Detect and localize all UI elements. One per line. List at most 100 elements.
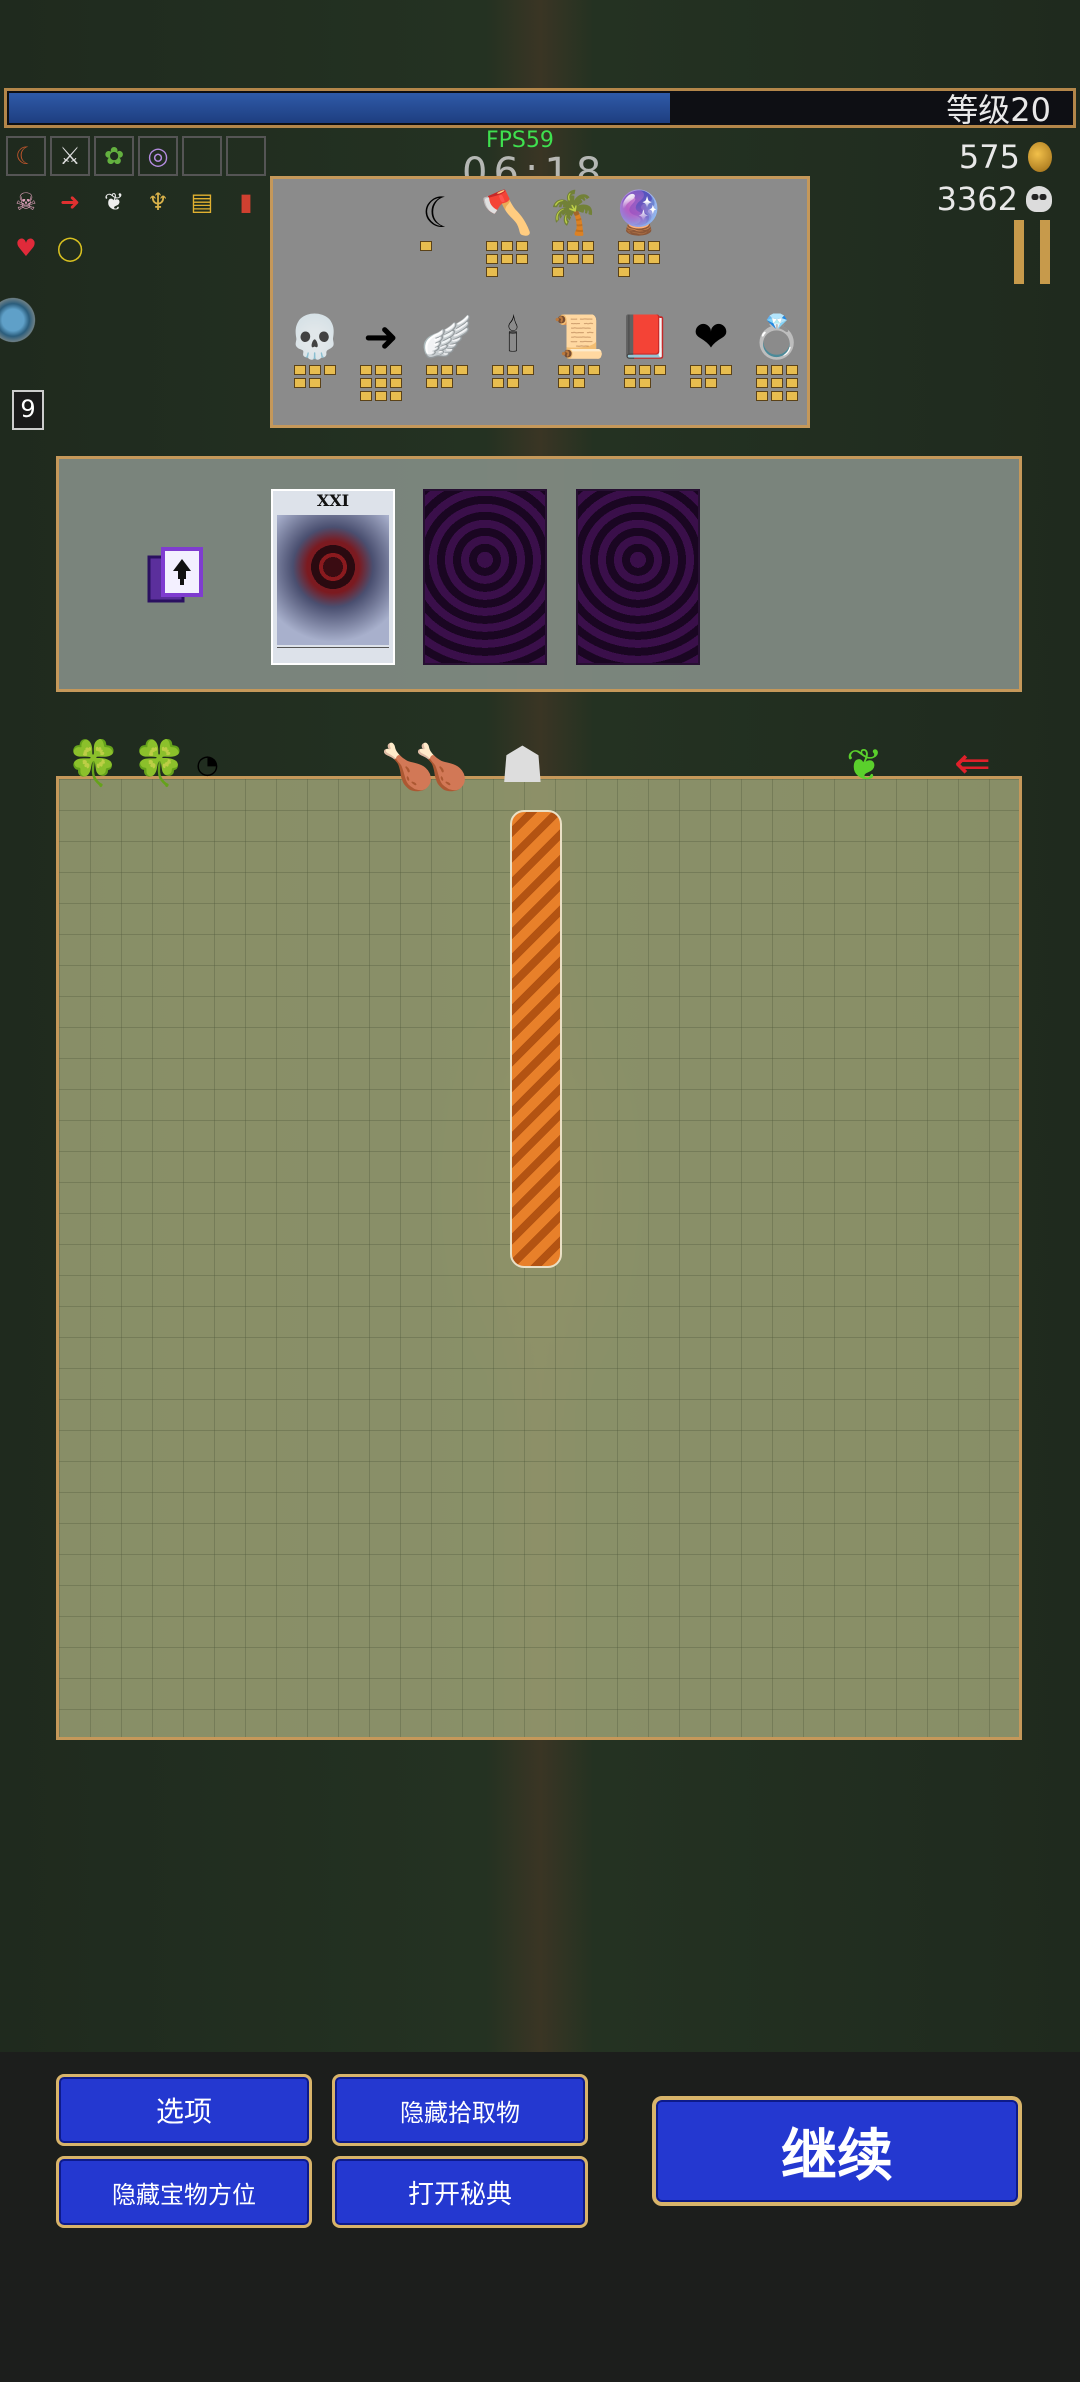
level-pip (633, 241, 645, 251)
level-pip (567, 267, 579, 277)
gold-value: 575 (958, 138, 1020, 176)
hide-pickups-button[interactable]: 隐藏拾取物 (332, 2074, 588, 2146)
hide-treasure-button[interactable]: 隐藏宝物方位 (56, 2156, 312, 2228)
level-pip (648, 267, 660, 277)
level-pip (516, 241, 528, 251)
level-pip (360, 378, 372, 388)
palm-icon: ✿ (94, 136, 134, 176)
arcana-card-world[interactable]: XXI (271, 489, 395, 665)
level-pip (486, 254, 498, 264)
arcana-card-caption (277, 647, 389, 660)
level-pip (486, 241, 498, 251)
level-pip (426, 378, 438, 388)
level-pip (420, 241, 432, 251)
kill-value: 3362 (936, 180, 1018, 218)
level-pip (552, 241, 564, 251)
level-pip (375, 365, 387, 375)
arcana-card-hidden[interactable] (423, 489, 547, 665)
palm-icon: 🌴 (546, 188, 600, 237)
level-pip (294, 365, 306, 375)
inventory-item: 🪓 (475, 187, 539, 277)
level-pip (516, 254, 528, 264)
kill-counter: 3362 (937, 180, 1052, 218)
inventory-item: ❤ (679, 311, 743, 401)
candelabra-icon: ♆ (147, 188, 169, 216)
level-pip (567, 241, 579, 251)
level-pip (756, 391, 768, 401)
book-icon: 📕 (618, 312, 672, 361)
level-pip (567, 254, 579, 264)
level-pips (486, 241, 528, 277)
level-pip (435, 241, 447, 251)
level-pip (552, 267, 564, 277)
level-pip (771, 391, 783, 401)
level-pip (720, 378, 732, 388)
level-pip (486, 267, 498, 277)
level-pips (360, 365, 402, 401)
wing-icon: 🪽 (420, 312, 474, 361)
level-pip (573, 378, 585, 388)
bracer-icon: ▮ (239, 188, 253, 216)
heart-icon: ♥ (15, 234, 37, 262)
tome-icon: ▤ (190, 188, 214, 216)
level-pip (360, 391, 372, 401)
level-pips (552, 241, 594, 277)
level-pip (507, 365, 519, 375)
skull-icon: 💀 (288, 312, 342, 361)
level-pip (624, 365, 636, 375)
skull-icon: ☠ (15, 188, 37, 216)
level-pip (375, 378, 387, 388)
level-pip (390, 378, 402, 388)
level-pip (456, 365, 468, 375)
level-pips (426, 365, 468, 388)
level-pip (690, 378, 702, 388)
level-pips (294, 365, 336, 388)
ring-icon: ◯ (56, 234, 84, 262)
level-pip (582, 254, 594, 264)
level-pip (618, 241, 630, 251)
level-pip (558, 365, 570, 375)
level-pip (786, 365, 798, 375)
skull-icon (1026, 186, 1052, 212)
pause-button[interactable] (1014, 220, 1050, 284)
feather-icon: ❦ (846, 740, 883, 791)
level-pips (618, 241, 660, 277)
level-pip (582, 267, 594, 277)
side-badge: 9 (12, 390, 44, 430)
arcana-card-icon (147, 547, 203, 603)
experience-bar: 等级20 (4, 88, 1076, 128)
arrow-icon: ➜ (59, 188, 81, 216)
scythe-icon: ☾ (422, 188, 460, 237)
inventory-item: 📕 (613, 311, 677, 401)
arcana-card-numeral: XXI (316, 491, 350, 510)
inventory-item: 🔮 (607, 187, 671, 277)
level-pip (771, 365, 783, 375)
inventory-item: ☾ (409, 187, 473, 277)
level-pip (654, 378, 666, 388)
level-pips (558, 365, 600, 388)
orb-icon: ◎ (138, 136, 178, 176)
level-pip (618, 254, 630, 264)
options-button[interactable]: 选项 (56, 2074, 312, 2146)
candelabra-icon: 🕯 (507, 312, 519, 361)
level-pip (552, 254, 564, 264)
arrow-icon: ➜ (363, 312, 399, 361)
open-grimoire-button[interactable]: 打开秘典 (332, 2156, 588, 2228)
clover-icon: 🍀 (132, 738, 187, 789)
tome-icon: 📜 (552, 312, 606, 361)
arcana-card-hidden[interactable] (576, 489, 700, 665)
inventory-weapons-row: ☾ 🪓 🌴 🔮 (409, 187, 673, 277)
continue-button[interactable]: 继续 (652, 2096, 1022, 2206)
level-pip (426, 365, 438, 375)
level-pip (690, 365, 702, 375)
level-pip (492, 378, 504, 388)
level-pip (390, 365, 402, 375)
inventory-item: 📜 (547, 311, 611, 401)
inventory-item: ➜ (349, 311, 413, 401)
level-pip (756, 365, 768, 375)
level-pips (420, 241, 462, 251)
level-pip (558, 378, 570, 388)
level-pip (516, 267, 528, 277)
level-pip (456, 378, 468, 388)
level-pips (492, 365, 534, 388)
